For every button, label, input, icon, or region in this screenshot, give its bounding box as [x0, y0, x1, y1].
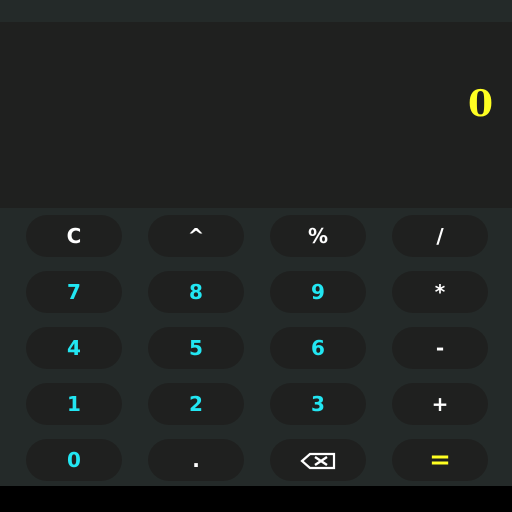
- clear-button[interactable]: C: [26, 215, 122, 257]
- add-button[interactable]: +: [392, 383, 488, 425]
- decimal-button[interactable]: .: [148, 439, 244, 481]
- status-bar: [0, 0, 512, 22]
- power-button[interactable]: ^: [148, 215, 244, 257]
- calculator-screen: 0 C ^ % / 7 8 9 * 4 5 6 - 1 2 3 + 0 . =: [0, 0, 512, 512]
- divide-button[interactable]: /: [392, 215, 488, 257]
- backspace-icon: [298, 451, 338, 470]
- digit-0-button[interactable]: 0: [26, 439, 122, 481]
- backspace-button[interactable]: [270, 439, 366, 481]
- percent-button[interactable]: %: [270, 215, 366, 257]
- subtract-button[interactable]: -: [392, 327, 488, 369]
- navigation-bar: [0, 486, 512, 512]
- digit-7-button[interactable]: 7: [26, 271, 122, 313]
- digit-2-button[interactable]: 2: [148, 383, 244, 425]
- display-value: 0: [467, 83, 493, 125]
- digit-8-button[interactable]: 8: [148, 271, 244, 313]
- equals-button[interactable]: =: [392, 439, 488, 481]
- keypad: C ^ % / 7 8 9 * 4 5 6 - 1 2 3 + 0 . =: [0, 208, 512, 486]
- digit-3-button[interactable]: 3: [270, 383, 366, 425]
- display-panel: 0: [0, 22, 512, 208]
- digit-5-button[interactable]: 5: [148, 327, 244, 369]
- multiply-button[interactable]: *: [392, 271, 488, 313]
- digit-4-button[interactable]: 4: [26, 327, 122, 369]
- digit-6-button[interactable]: 6: [270, 327, 366, 369]
- digit-9-button[interactable]: 9: [270, 271, 366, 313]
- digit-1-button[interactable]: 1: [26, 383, 122, 425]
